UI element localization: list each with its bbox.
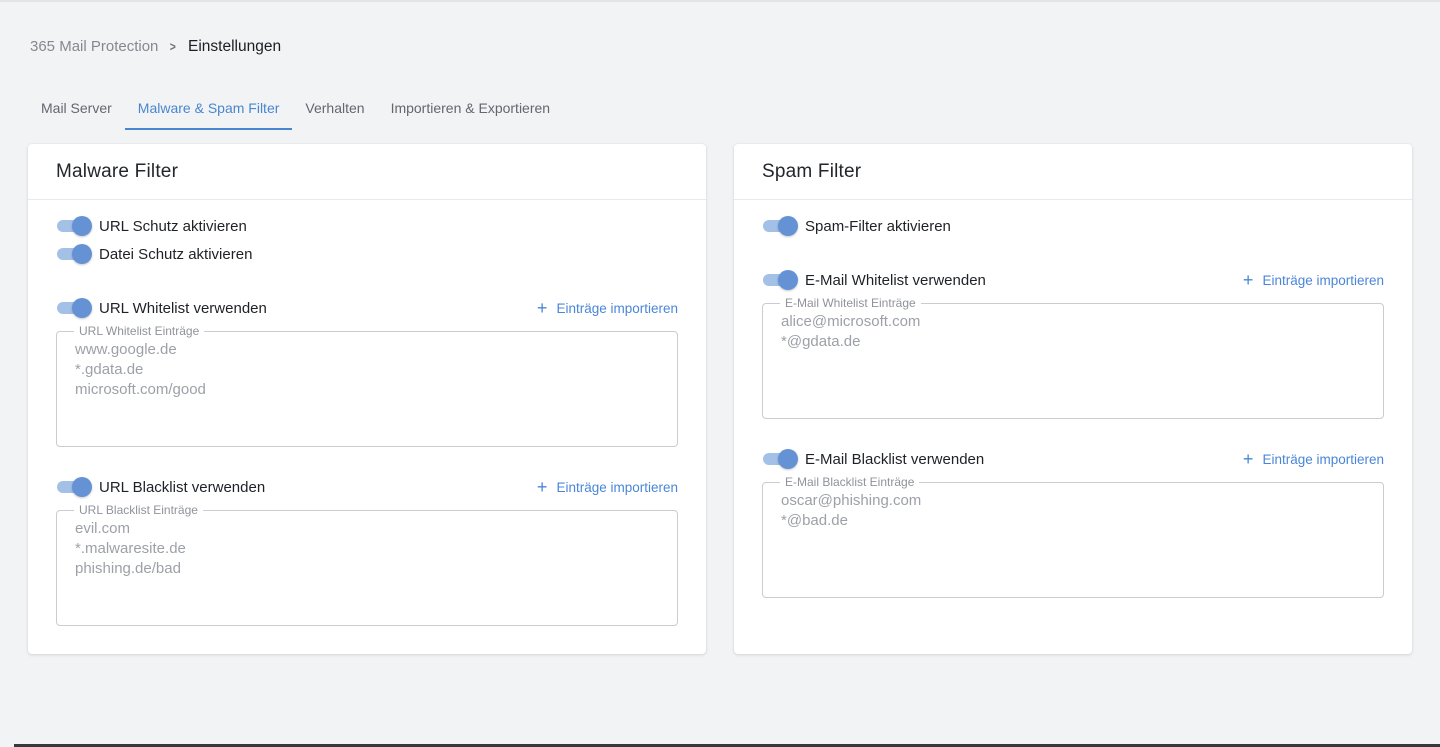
url-blacklist-label: URL Blacklist verwenden	[99, 479, 265, 496]
malware-card-title: Malware Filter	[56, 161, 678, 183]
email-blacklist-head: E-Mail Blacklist verwenden + Einträge im…	[762, 445, 1384, 473]
email-blacklist-field-label: E-Mail Blacklist Einträge	[780, 475, 919, 489]
url-blacklist-toggle-group: URL Blacklist verwenden	[56, 477, 265, 497]
tab-importieren-exportieren[interactable]: Importieren & Exportieren	[378, 90, 564, 130]
email-whitelist-entries-field: E-Mail Whitelist Einträge alice@microsof…	[762, 296, 1384, 419]
spam-card-body: Spam-Filter aktivieren E-Mail Whitelist …	[734, 200, 1412, 626]
email-blacklist-entries-field: E-Mail Blacklist Einträge oscar@phishing…	[762, 475, 1384, 598]
top-border	[0, 0, 1440, 2]
breadcrumb: 365 Mail Protection > Einstellungen	[0, 0, 1440, 56]
toggle-thumb	[72, 216, 92, 236]
toggle-thumb	[778, 270, 798, 290]
url-protection-label: URL Schutz aktivieren	[99, 218, 247, 235]
malware-card-header: Malware Filter	[28, 144, 706, 200]
toggle-thumb	[72, 244, 92, 264]
chevron-right-icon: >	[170, 38, 176, 56]
toggle-thumb	[778, 449, 798, 469]
tab-mail-server[interactable]: Mail Server	[28, 90, 125, 130]
url-blacklist-entries-textarea[interactable]: evil.com *.malwaresite.de phishing.de/ba…	[69, 519, 665, 615]
email-whitelist-head: E-Mail Whitelist verwenden + Einträge im…	[762, 266, 1384, 294]
spam-filter-row: Spam-Filter aktivieren	[762, 212, 1384, 240]
tab-malware-spam-filter[interactable]: Malware & Spam Filter	[125, 90, 293, 130]
url-blacklist-head: URL Blacklist verwenden + Einträge impor…	[56, 473, 678, 501]
spam-filter-label: Spam-Filter aktivieren	[805, 218, 951, 235]
breadcrumb-parent-link[interactable]: 365 Mail Protection	[30, 38, 158, 56]
email-whitelist-toggle-group: E-Mail Whitelist verwenden	[762, 270, 986, 290]
import-link-label: Einträge importieren	[1262, 452, 1384, 467]
tab-bar: Mail Server Malware & Spam Filter Verhal…	[28, 90, 1440, 130]
url-protection-row: URL Schutz aktivieren	[56, 212, 678, 240]
url-whitelist-head: URL Whitelist verwenden + Einträge impor…	[56, 294, 678, 322]
file-protection-toggle[interactable]	[56, 244, 92, 264]
breadcrumb-current: Einstellungen	[188, 38, 281, 56]
email-whitelist-field-label: E-Mail Whitelist Einträge	[780, 296, 921, 310]
email-blacklist-label: E-Mail Blacklist verwenden	[805, 451, 984, 468]
email-whitelist-section: E-Mail Whitelist verwenden + Einträge im…	[762, 266, 1384, 419]
tab-verhalten[interactable]: Verhalten	[292, 90, 377, 130]
spam-card-title: Spam Filter	[762, 161, 1384, 183]
spam-card-header: Spam Filter	[734, 144, 1412, 200]
plus-icon: +	[1243, 273, 1254, 287]
import-link-label: Einträge importieren	[556, 301, 678, 316]
file-protection-row: Datei Schutz aktivieren	[56, 240, 678, 268]
email-blacklist-toggle[interactable]	[762, 449, 798, 469]
url-whitelist-section: URL Whitelist verwenden + Einträge impor…	[56, 294, 678, 447]
toggle-thumb	[72, 477, 92, 497]
url-blacklist-field-label: URL Blacklist Einträge	[74, 503, 203, 517]
malware-card-body: URL Schutz aktivieren Datei Schutz aktiv…	[28, 200, 706, 654]
url-blacklist-entries-field: URL Blacklist Einträge evil.com *.malwar…	[56, 503, 678, 626]
file-protection-label: Datei Schutz aktivieren	[99, 246, 252, 263]
url-whitelist-entries-field: URL Whitelist Einträge www.google.de *.g…	[56, 324, 678, 447]
malware-filter-card: Malware Filter URL Schutz aktivieren Dat…	[28, 144, 706, 654]
url-whitelist-toggle-group: URL Whitelist verwenden	[56, 298, 267, 318]
url-blacklist-section: URL Blacklist verwenden + Einträge impor…	[56, 473, 678, 626]
email-whitelist-entries-textarea[interactable]: alice@microsoft.com *@gdata.de	[775, 312, 1371, 408]
email-blacklist-import-link[interactable]: + Einträge importieren	[1243, 452, 1384, 467]
toggle-thumb	[778, 216, 798, 236]
email-whitelist-toggle[interactable]	[762, 270, 798, 290]
plus-icon: +	[537, 301, 548, 315]
spam-filter-toggle[interactable]	[762, 216, 798, 236]
url-whitelist-label: URL Whitelist verwenden	[99, 300, 267, 317]
email-blacklist-section: E-Mail Blacklist verwenden + Einträge im…	[762, 445, 1384, 598]
email-blacklist-toggle-group: E-Mail Blacklist verwenden	[762, 449, 984, 469]
plus-icon: +	[537, 480, 548, 494]
import-link-label: Einträge importieren	[1262, 273, 1384, 288]
url-blacklist-toggle[interactable]	[56, 477, 92, 497]
email-whitelist-label: E-Mail Whitelist verwenden	[805, 272, 986, 289]
spam-filter-card: Spam Filter Spam-Filter aktivieren	[734, 144, 1412, 654]
url-whitelist-toggle[interactable]	[56, 298, 92, 318]
url-whitelist-field-label: URL Whitelist Einträge	[74, 324, 204, 338]
plus-icon: +	[1243, 452, 1254, 466]
toggle-thumb	[72, 298, 92, 318]
settings-content: Malware Filter URL Schutz aktivieren Dat…	[0, 144, 1440, 654]
url-blacklist-import-link[interactable]: + Einträge importieren	[537, 480, 678, 495]
url-whitelist-entries-textarea[interactable]: www.google.de *.gdata.de microsoft.com/g…	[69, 340, 665, 436]
url-protection-toggle[interactable]	[56, 216, 92, 236]
url-whitelist-import-link[interactable]: + Einträge importieren	[537, 301, 678, 316]
import-link-label: Einträge importieren	[556, 480, 678, 495]
email-blacklist-entries-textarea[interactable]: oscar@phishing.com *@bad.de	[775, 491, 1371, 587]
email-whitelist-import-link[interactable]: + Einträge importieren	[1243, 273, 1384, 288]
